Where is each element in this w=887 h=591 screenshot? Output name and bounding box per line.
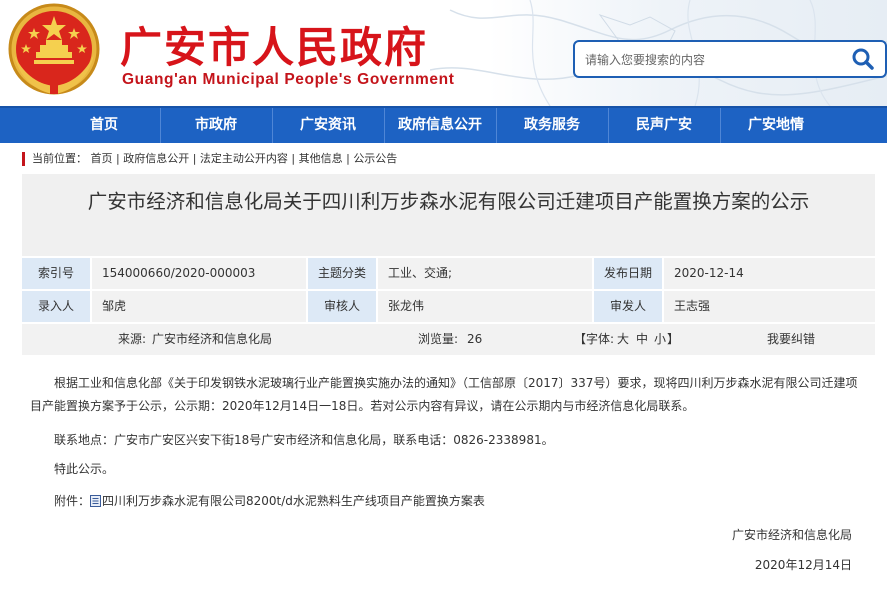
report-error-link[interactable]: 我要纠错 [767,324,815,355]
breadcrumb-link-statutory-content[interactable]: 法定主动公开内容 [200,152,288,165]
signer: 广安市经济和信息化局 [731,528,852,542]
nav-divider [384,108,385,143]
search-input[interactable] [585,49,835,71]
meta-index-label: 索引号 [22,258,90,289]
document-icon [90,495,102,507]
font-size-large-button[interactable]: 大 [617,324,629,355]
breadcrumb-link-other-info[interactable]: 其他信息 [299,152,343,165]
nav-item-local-info[interactable]: 广安地情 [724,108,828,143]
national-emblem-icon [8,3,100,95]
font-size-small-button[interactable]: 小 [654,324,666,355]
font-size-medium-button[interactable]: 中 [636,324,648,355]
attachment-link[interactable]: 四川利万步森水泥有限公司8200t/d水泥熟料生产线项目产能置换方案表 [102,494,485,508]
breadcrumb-prefix: 当前位置： [32,152,87,165]
meta-info-bar: 来源: 广安市经济和信息化局 浏览量: 26 【字体: 大 中 小 】 我要纠错 [22,324,875,355]
site-subtitle: Guang'an Municipal People's Government [122,71,455,88]
nav-divider [608,108,609,143]
nav-divider [160,108,161,143]
meta-issuer-label: 审发人 [594,291,662,322]
meta-reviewer-label: 审核人 [308,291,376,322]
meta-reviewer-value: 张龙伟 [378,291,592,322]
meta-issuer-value: 王志强 [664,291,875,322]
search-box [573,40,887,78]
breadcrumb-separator: | [189,152,200,165]
article-title-box: 广安市经济和信息化局关于四川利万步森水泥有限公司迁建项目产能置换方案的公示 [22,174,875,256]
content-paragraph: 特此公示。 [54,462,115,476]
views-label: 浏览量: [418,332,459,346]
source-value: 广安市经济和信息化局 [152,332,273,346]
site-header: 广安市人民政府 Guang'an Municipal People's Gove… [0,0,887,106]
nav-divider [496,108,497,143]
breadcrumb-link-home[interactable]: 首页 [91,152,113,165]
content-paragraph: 联系地点：广安市广安区兴安下街18号广安市经济和信息化局，联系电话：0826-2… [54,433,554,447]
breadcrumb-link-announcements[interactable]: 公示公告 [353,152,397,165]
attachment-line: 附件： 四川利万步森水泥有限公司8200t/d水泥熟料生产线项目产能置换方案表 [30,490,860,513]
main-nav: 首页 市政府 广安资讯 政府信息公开 政务服务 民声广安 广安地情 [0,106,887,143]
meta-category-value: 工业、交通; [378,258,592,289]
search-icon [852,48,874,70]
font-size-label: 【字体: [574,332,615,346]
breadcrumb-separator: | [342,152,354,165]
nav-item-government-services[interactable]: 政务服务 [500,108,604,143]
site-title: 广安市人民政府 [120,23,429,72]
breadcrumb-separator: | [287,152,299,165]
font-size-bracket: 】 [667,332,680,346]
article-title: 广安市经济和信息化局关于四川利万步森水泥有限公司迁建项目产能置换方案的公示 [87,190,810,213]
views-count: 26 [467,332,483,346]
source-label: 来源: [118,332,147,346]
meta-category-label: 主题分类 [308,258,376,289]
nav-divider [272,108,273,143]
meta-row: 录入人 邹虎 审核人 张龙伟 审发人 王志强 [22,291,875,322]
content-paragraph: 根据工业和信息化部《关于印发钢铁水泥玻璃行业产能置换实施办法的通知》（工信部原〔… [30,376,858,413]
meta-entered-by-value: 邹虎 [92,291,306,322]
breadcrumb-separator: | [112,152,124,165]
nav-item-info-disclosure[interactable]: 政府信息公开 [388,108,492,143]
meta-row: 索引号 154000660/2020-000003 主题分类 工业、交通; 发布… [22,258,875,289]
nav-divider [720,108,721,143]
meta-publish-date-value: 2020-12-14 [664,258,875,289]
nav-item-home[interactable]: 首页 [52,108,156,143]
nav-item-news[interactable]: 广安资讯 [276,108,380,143]
search-button[interactable] [841,42,885,76]
nav-item-city-government[interactable]: 市政府 [164,108,268,143]
nav-item-public-voice[interactable]: 民声广安 [612,108,716,143]
meta-publish-date-label: 发布日期 [594,258,662,289]
meta-index-value: 154000660/2020-000003 [92,258,306,289]
attachment-label: 附件： [54,494,91,508]
breadcrumb-marker [22,152,25,166]
publish-date: 2020年12月14日 [754,558,852,572]
breadcrumb-link-info-disclosure[interactable]: 政府信息公开 [123,152,189,165]
meta-entered-by-label: 录入人 [22,291,90,322]
